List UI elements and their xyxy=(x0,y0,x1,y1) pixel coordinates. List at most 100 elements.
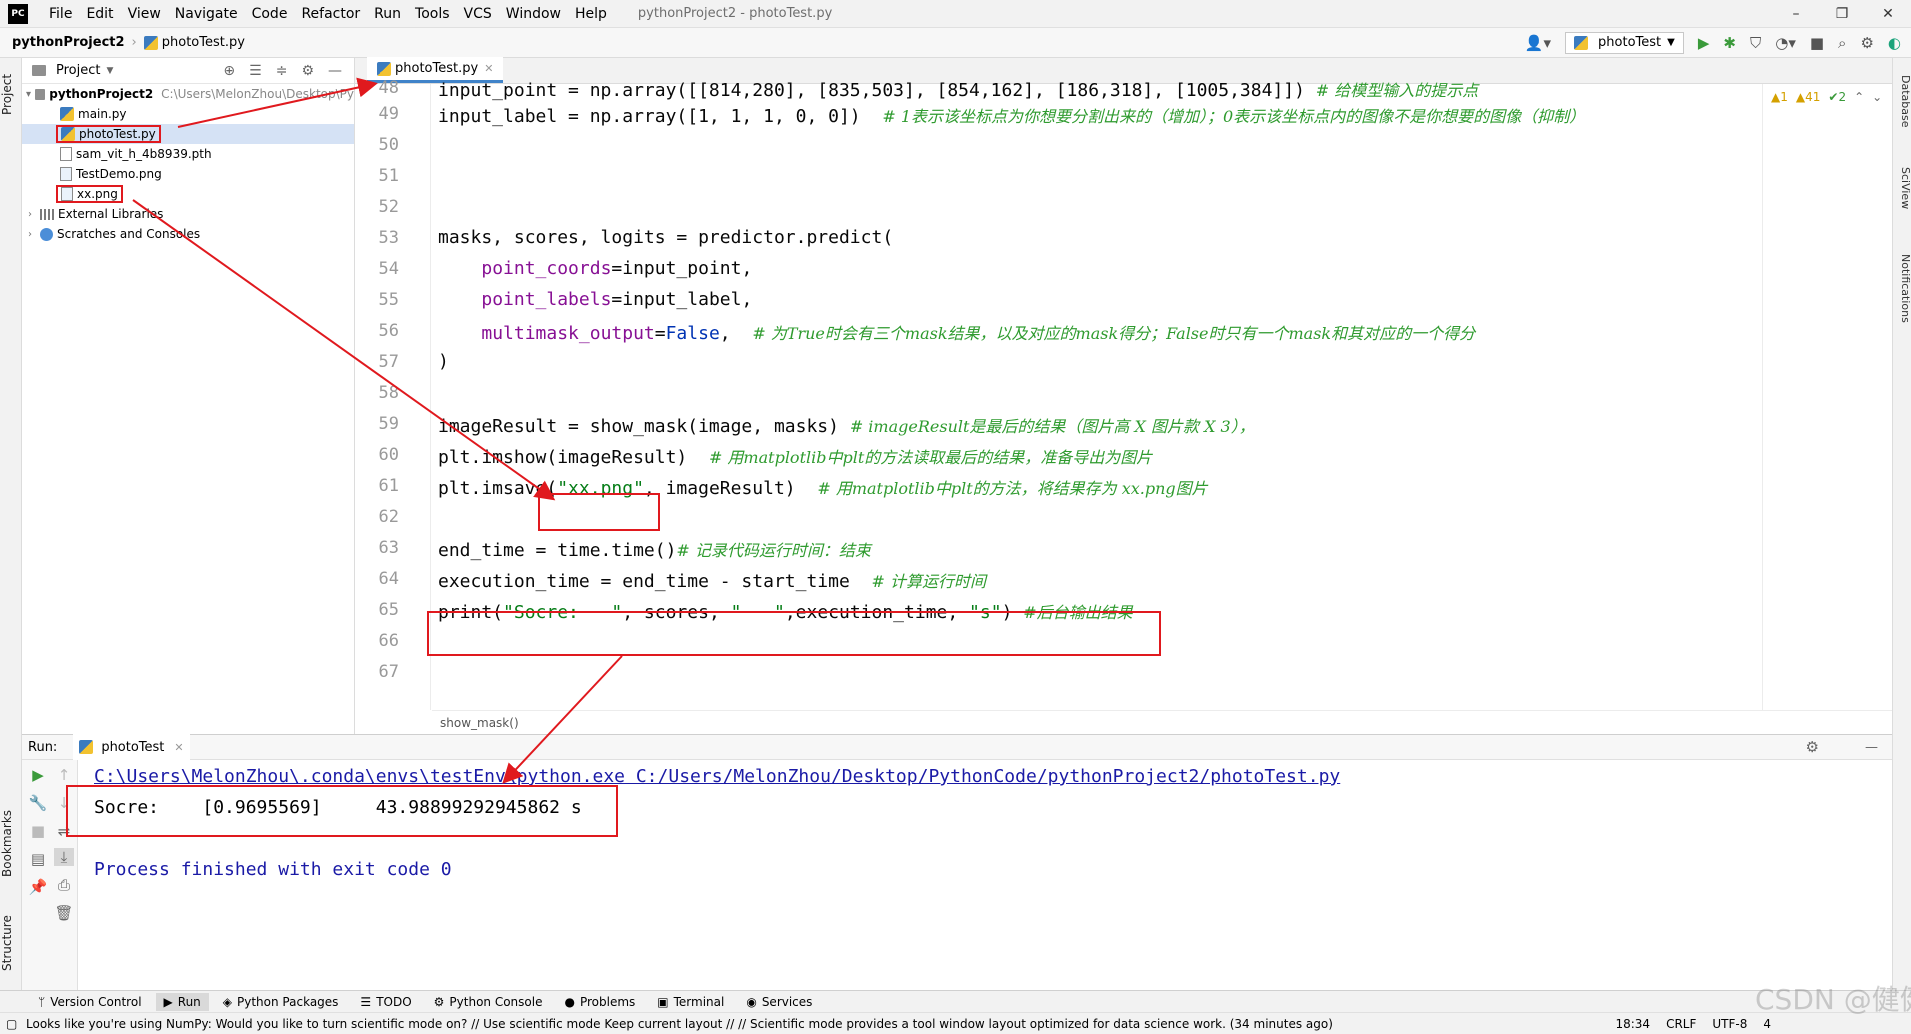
python-console-button[interactable]: ⚙ Python Console xyxy=(426,993,551,1011)
search-icon[interactable]: ⌕ xyxy=(1838,34,1846,52)
run-tool-button[interactable]: ▶ Run xyxy=(155,992,209,1011)
caret-position[interactable]: 18:34 xyxy=(1615,1017,1650,1031)
todo-button[interactable]: ☰ TODO xyxy=(352,993,419,1011)
run-tab-phototest[interactable]: photoTest ✕ xyxy=(73,734,190,760)
gear-icon[interactable]: ⚙ xyxy=(301,63,314,79)
editor-breadcrumb[interactable]: show_mask() xyxy=(432,710,1892,734)
tree-file-xx[interactable]: xx.png xyxy=(22,184,354,204)
tree-file-testdemo[interactable]: TestDemo.png xyxy=(22,164,354,184)
debug-icon[interactable]: ✱ xyxy=(1723,34,1736,52)
chevron-up-icon[interactable]: ⌃ xyxy=(1854,90,1864,104)
menu-edit[interactable]: Edit xyxy=(79,6,120,22)
terminal-button[interactable]: ▣ Terminal xyxy=(649,993,732,1011)
collapse-all-icon[interactable]: ≑ xyxy=(276,63,288,79)
code-line-56[interactable]: multimask_output=False, # 为True时会有三个mask… xyxy=(438,320,1475,344)
menu-file[interactable]: File xyxy=(42,6,79,22)
run-config-selector[interactable]: photoTest ▼ xyxy=(1565,31,1684,54)
restore-button[interactable]: ❐ xyxy=(1819,6,1865,22)
project-panel-title[interactable]: Project xyxy=(56,63,100,78)
menu-window[interactable]: Window xyxy=(499,6,568,22)
close-tab-icon[interactable]: ✕ xyxy=(174,741,183,754)
tree-file-pth[interactable]: sam_vit_h_4b8939.pth xyxy=(22,144,354,164)
stop-icon[interactable]: ■ xyxy=(28,822,48,840)
close-tab-icon[interactable]: ✕ xyxy=(484,62,493,75)
hide-icon[interactable]: — xyxy=(328,63,342,79)
inspection-widget[interactable]: ▲1 ▲41 ✔2 ⌃ ⌄ xyxy=(1763,84,1892,110)
jetbrains-icon[interactable]: ◐ xyxy=(1888,34,1901,52)
menu-navigate[interactable]: Navigate xyxy=(168,6,245,22)
layout-icon[interactable]: ▤ xyxy=(28,850,48,868)
code-line-55[interactable]: point_labels=input_label, xyxy=(438,289,752,310)
code-line-59[interactable]: imageResult = show_mask(image, masks) # … xyxy=(438,413,1255,437)
wrench-icon[interactable]: 🔧 xyxy=(28,794,48,812)
tree-file-main[interactable]: main.py xyxy=(22,104,354,124)
coverage-icon[interactable]: ⛉ xyxy=(1750,34,1761,52)
tree-root[interactable]: ▾ pythonProject2 C:\Users\MelonZhou\Desk… xyxy=(22,84,354,104)
project-panel: Project ▼ ⊕ ☰ ≑ ⚙ — ▾ pythonProject2 C:\… xyxy=(22,58,355,734)
run-icon[interactable]: ▶ xyxy=(1698,34,1710,52)
stop-icon[interactable]: ■ xyxy=(1810,34,1824,52)
scroll-to-end-icon[interactable]: ⤓ xyxy=(54,848,74,866)
breadcrumb-file[interactable]: photoTest.py xyxy=(143,35,245,50)
code-line-53[interactable]: masks, scores, logits = predictor.predic… xyxy=(438,227,893,248)
menu-refactor[interactable]: Refactor xyxy=(294,6,367,22)
status-message[interactable]: Looks like you're using NumPy: Would you… xyxy=(26,1017,1566,1031)
code-line-48[interactable]: input_point = np.array([[814,280], [835,… xyxy=(438,77,1478,101)
tree-scratches[interactable]: › Scratches and Consoles xyxy=(22,224,354,244)
code-comment: # 为True时会有三个mask结果，以及对应的mask得分；False时只有一… xyxy=(752,324,1476,343)
close-button[interactable]: ✕ xyxy=(1865,6,1911,22)
annotation-box: xx.png xyxy=(56,184,123,204)
code-text: execution_time = end_time - start_time xyxy=(438,571,850,592)
sciview-tool-tab[interactable]: SciView xyxy=(1893,158,1911,218)
expand-all-icon[interactable]: ☰ xyxy=(249,63,262,79)
console-command[interactable]: C:\Users\MelonZhou\.conda\envs\testEnv\p… xyxy=(94,766,1340,787)
code-text: end_time = time.time() xyxy=(438,540,677,561)
code-line-57[interactable]: ) xyxy=(438,351,449,372)
trash-icon[interactable]: 🗑 xyxy=(54,904,74,922)
indent-setting[interactable]: 4 xyxy=(1763,1017,1771,1031)
tree-file-phototest[interactable]: photoTest.py xyxy=(22,124,354,144)
bookmarks-tool-tab[interactable]: Bookmarks xyxy=(0,798,22,888)
project-tool-tab[interactable]: Project xyxy=(0,64,22,124)
code-line-64[interactable]: execution_time = end_time - start_time #… xyxy=(438,568,986,592)
python-packages-button[interactable]: ◈ Python Packages xyxy=(215,993,347,1011)
project-panel-tools: ⊕ ☰ ≑ ⚙ — xyxy=(223,63,342,79)
chevron-down-icon[interactable]: ⌄ xyxy=(1872,90,1882,104)
annotation-box-output xyxy=(66,785,618,837)
tree-external-libraries[interactable]: › External Libraries xyxy=(22,204,354,224)
pin-icon[interactable]: 📌 xyxy=(28,878,48,896)
settings-gear-icon[interactable]: ⚙ xyxy=(1860,34,1873,52)
code-comment: # 给模型输入的提示点 xyxy=(1315,81,1479,100)
terminal-icon: ▣ xyxy=(657,994,669,1009)
structure-tool-tab[interactable]: Structure xyxy=(0,903,22,983)
arrow-up-icon[interactable]: ↑ xyxy=(54,766,74,784)
hide-icon[interactable]: — xyxy=(1865,740,1878,755)
rerun-icon[interactable]: ▶ xyxy=(28,766,48,784)
menu-tools[interactable]: Tools xyxy=(408,6,457,22)
database-tool-tab[interactable]: Database xyxy=(1893,66,1911,136)
code-line-49[interactable]: input_label = np.array([1, 1, 1, 0, 0]) … xyxy=(438,103,1585,127)
line-separator[interactable]: CRLF xyxy=(1666,1017,1696,1031)
breadcrumb-project[interactable]: pythonProject2 xyxy=(12,35,125,50)
notifications-tool-tab[interactable]: Notifications xyxy=(1893,238,1911,338)
menu-vcs[interactable]: VCS xyxy=(457,6,499,22)
version-control-button[interactable]: ᛘ Version Control xyxy=(30,993,150,1011)
minimize-button[interactable]: – xyxy=(1773,6,1819,22)
print-icon[interactable]: ⎙ xyxy=(54,876,74,894)
problems-button[interactable]: ● Problems xyxy=(556,993,643,1011)
menu-code[interactable]: Code xyxy=(245,6,295,22)
file-encoding[interactable]: UTF-8 xyxy=(1712,1017,1747,1031)
profile-icon[interactable]: ◔▾ xyxy=(1775,34,1796,52)
gear-icon[interactable]: ⚙ xyxy=(1806,738,1819,756)
user-icon[interactable]: 👤▾ xyxy=(1525,34,1551,52)
run-icon: ▶ xyxy=(163,994,173,1009)
menu-help[interactable]: Help xyxy=(568,6,614,22)
code-line-60[interactable]: plt.imshow(imageResult) # 用matplotlib中pl… xyxy=(438,444,1152,468)
locate-icon[interactable]: ⊕ xyxy=(223,63,235,79)
code-line-54[interactable]: point_coords=input_point, xyxy=(438,258,752,279)
menu-view[interactable]: View xyxy=(121,6,168,22)
menu-run[interactable]: Run xyxy=(367,6,408,22)
code-line-63[interactable]: end_time = time.time()# 记录代码运行时间：结束 xyxy=(438,537,871,561)
services-button[interactable]: ◉ Services xyxy=(738,993,820,1011)
chevron-down-icon[interactable]: ▼ xyxy=(106,66,113,76)
